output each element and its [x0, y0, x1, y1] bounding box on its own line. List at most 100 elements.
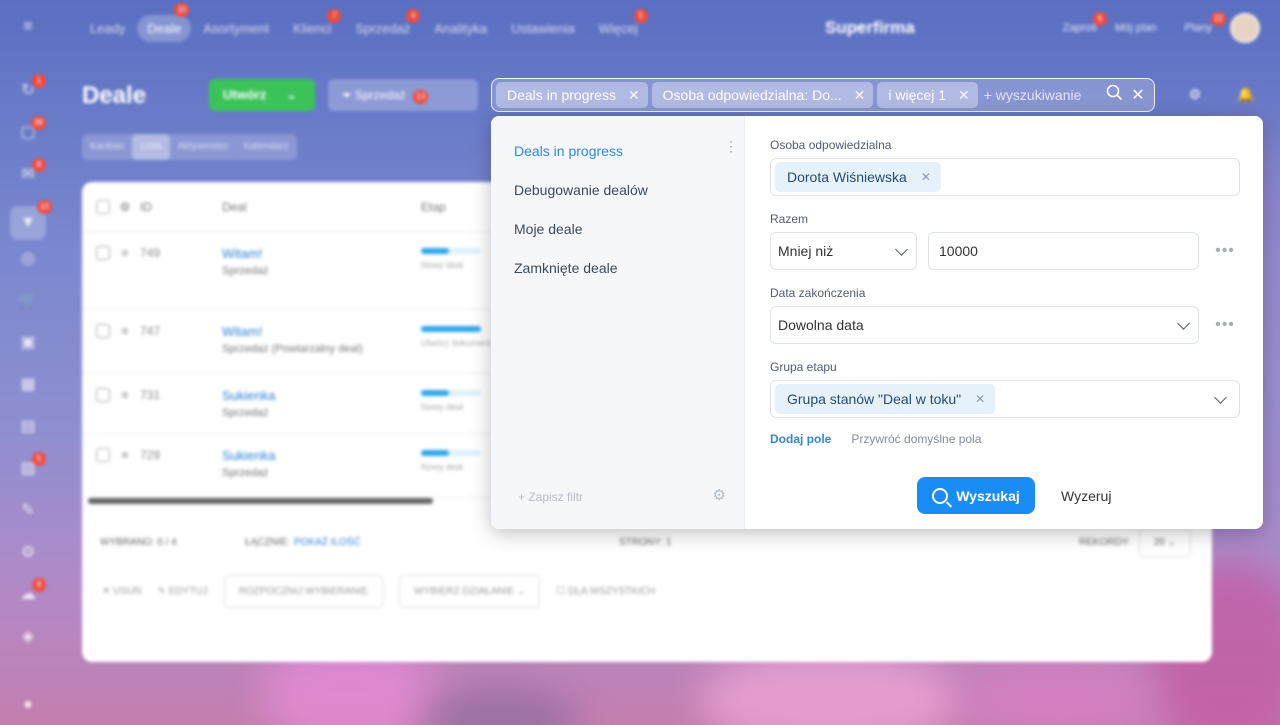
column-id[interactable]: ID — [140, 200, 222, 214]
filter-chip-responsible[interactable]: Osoba odpowiedzialna: Do... ✕ — [651, 82, 874, 108]
start-selection-button[interactable]: ROZPOCZNIJ WYBIERANIE — [223, 574, 384, 608]
tab-calendar[interactable]: Kalendarz — [236, 134, 297, 160]
close-date-select[interactable]: Dowolna data — [770, 306, 1199, 344]
tab-list[interactable]: Lista — [132, 134, 170, 160]
settings-icon[interactable]: ⚙ — [110, 200, 140, 214]
row-checkbox[interactable] — [96, 246, 110, 260]
drag-handle-icon[interactable]: ⋮ — [724, 139, 738, 153]
plans-button[interactable]: Plany 22 — [1184, 12, 1226, 34]
gear-icon[interactable]: ⚙ — [1185, 86, 1205, 103]
records-select[interactable]: 20 ⌄ — [1138, 527, 1191, 557]
nav-item-1[interactable]: Deale 10 — [137, 2, 192, 42]
target-icon[interactable]: ◎ — [16, 248, 40, 270]
help-icon[interactable]: ● — [16, 696, 40, 718]
reset-button[interactable]: Wyzeruj — [1061, 488, 1111, 504]
row-stage[interactable]: Utwórz dokument — [421, 324, 491, 373]
row-stage[interactable]: Nowy deal — [421, 388, 481, 433]
sign-icon[interactable]: ✎ — [16, 500, 40, 522]
row-stage[interactable]: Nowy deal — [421, 246, 481, 309]
close-icon[interactable]: ✕ — [854, 87, 866, 104]
total-value-input[interactable] — [928, 232, 1199, 270]
briefcase-icon[interactable]: ▣ — [16, 332, 40, 354]
close-icon[interactable]: ✕ — [921, 170, 931, 184]
icon-glyph: ✎ — [21, 502, 35, 519]
tab-kanban[interactable]: Kanban — [82, 134, 132, 160]
nav-item-3[interactable]: Klienci 7 — [281, 8, 343, 36]
filter-icon: ⏷ — [342, 88, 352, 102]
chat-icon[interactable]: ▢ 39 — [16, 116, 46, 144]
nav-item-6[interactable]: Ustawienia — [499, 21, 587, 36]
pages-label: STRONY: 1 — [619, 536, 672, 548]
deal-link[interactable]: Sukienka — [222, 448, 421, 463]
edit-button[interactable]: ✎ EDYTUJ — [158, 586, 208, 597]
stage-group-select[interactable]: Grupa stanów "Deal w toku" ✕ — [770, 380, 1240, 418]
close-icon[interactable]: ✕ — [628, 87, 640, 104]
tab-activities[interactable]: Aktywności — [170, 134, 236, 160]
close-icon[interactable]: ✕ — [975, 392, 985, 406]
row-checkbox[interactable] — [96, 388, 110, 402]
nav-item-0[interactable]: Leady — [78, 21, 137, 36]
nav-item-7[interactable]: Więcej 5 — [587, 8, 650, 36]
cart-icon[interactable]: 🛒 — [16, 290, 40, 312]
menu-icon[interactable]: ≡ — [16, 18, 40, 40]
inbox-icon[interactable]: ✉ 8 — [16, 158, 46, 186]
drag-icon[interactable]: ≡ — [110, 324, 140, 373]
invite-button[interactable]: Zaproś 6 — [1063, 12, 1107, 34]
preset-item[interactable]: Debugowanie dealów — [491, 179, 744, 218]
filter-chip-more[interactable]: i więcej 1 ✕ — [877, 82, 978, 108]
row-checkbox[interactable] — [96, 324, 110, 338]
calendar-icon[interactable]: ▦ — [16, 374, 40, 396]
deal-link[interactable]: Sukienka — [222, 388, 421, 403]
row-stage[interactable]: Nowy deal — [421, 448, 481, 497]
create-button[interactable]: Utwórz ⌄ — [209, 79, 315, 111]
avatar[interactable] — [1230, 13, 1260, 43]
save-filter-button[interactable]: + Zapisz filtr — [518, 490, 583, 504]
pipeline-selector[interactable]: ⏷ Sprzedaż 13 — [328, 79, 478, 111]
doc-icon[interactable]: ▧ 5 — [16, 452, 46, 480]
search-icon[interactable] — [1104, 84, 1124, 106]
choose-action-select[interactable]: WYBIERZ DZIAŁANIE ⌄ — [399, 574, 541, 608]
brand-name[interactable]: Superfirma — [825, 18, 915, 38]
preset-item[interactable]: Deals in progress ⋮ — [491, 139, 744, 179]
more-icon[interactable]: ••• — [1210, 316, 1240, 334]
horizontal-scrollbar[interactable] — [88, 498, 433, 504]
close-icon[interactable]: ✕ — [958, 87, 970, 104]
nav-item-4[interactable]: Sprzedaż 4 — [343, 8, 422, 36]
search-icon — [932, 487, 949, 504]
column-stage[interactable]: Etap — [421, 200, 446, 214]
restore-fields-link[interactable]: Przywróć domyślne pola — [851, 432, 981, 446]
preset-item[interactable]: Moje deale — [491, 218, 744, 257]
search-button[interactable]: Wyszukaj — [917, 477, 1035, 514]
refresh-icon[interactable]: ↻ 1 — [16, 74, 46, 102]
clear-icon[interactable]: ✕ — [1128, 85, 1148, 105]
search-input[interactable] — [981, 87, 1100, 103]
nav-item-2[interactable]: Asortyment — [191, 21, 281, 36]
deal-link[interactable]: Witam! — [222, 324, 421, 339]
my-plan-button[interactable]: Mój plan — [1115, 22, 1157, 34]
bell-icon[interactable]: 🔔 — [1236, 86, 1256, 103]
select-all-checkbox[interactable] — [96, 199, 110, 214]
drag-icon[interactable]: ≡ — [110, 246, 140, 309]
filter-search-bar[interactable]: Deals in progress ✕ Osoba odpowiedzialna:… — [491, 78, 1155, 112]
delete-button[interactable]: ✕ USUŃ — [102, 586, 142, 597]
deal-link[interactable]: Witam! — [222, 246, 421, 261]
responsible-input[interactable]: Dorota Wiśniewska ✕ — [770, 158, 1240, 196]
crm-icon[interactable]: ▼ 10 — [10, 200, 52, 240]
drag-icon[interactable]: ≡ — [110, 448, 140, 497]
filter-chip-preset[interactable]: Deals in progress ✕ — [496, 82, 648, 108]
cloud-icon[interactable]: ☁ 8 — [16, 578, 46, 606]
chart-icon[interactable]: ▤ — [16, 416, 40, 438]
show-count-link[interactable]: POKAŻ ILOŚĆ — [294, 537, 619, 548]
more-icon[interactable]: ••• — [1210, 242, 1240, 260]
box-icon[interactable]: ◈ — [16, 626, 40, 648]
drag-icon[interactable]: ≡ — [110, 388, 140, 433]
row-checkbox[interactable] — [96, 448, 110, 462]
total-operator-select[interactable]: Mniej niż — [770, 232, 917, 270]
nav-item-5[interactable]: Analityka — [422, 21, 499, 36]
add-field-link[interactable]: Dodaj pole — [770, 432, 831, 446]
column-deal[interactable]: Deal — [222, 200, 421, 214]
settings-icon[interactable]: ⚙ — [16, 542, 40, 564]
gear-icon[interactable]: ⚙ — [713, 486, 726, 504]
for-all-checkbox[interactable]: ☐ DLA WSZYSTKICH — [556, 586, 655, 597]
preset-item[interactable]: Zamknięte deale — [491, 257, 744, 296]
